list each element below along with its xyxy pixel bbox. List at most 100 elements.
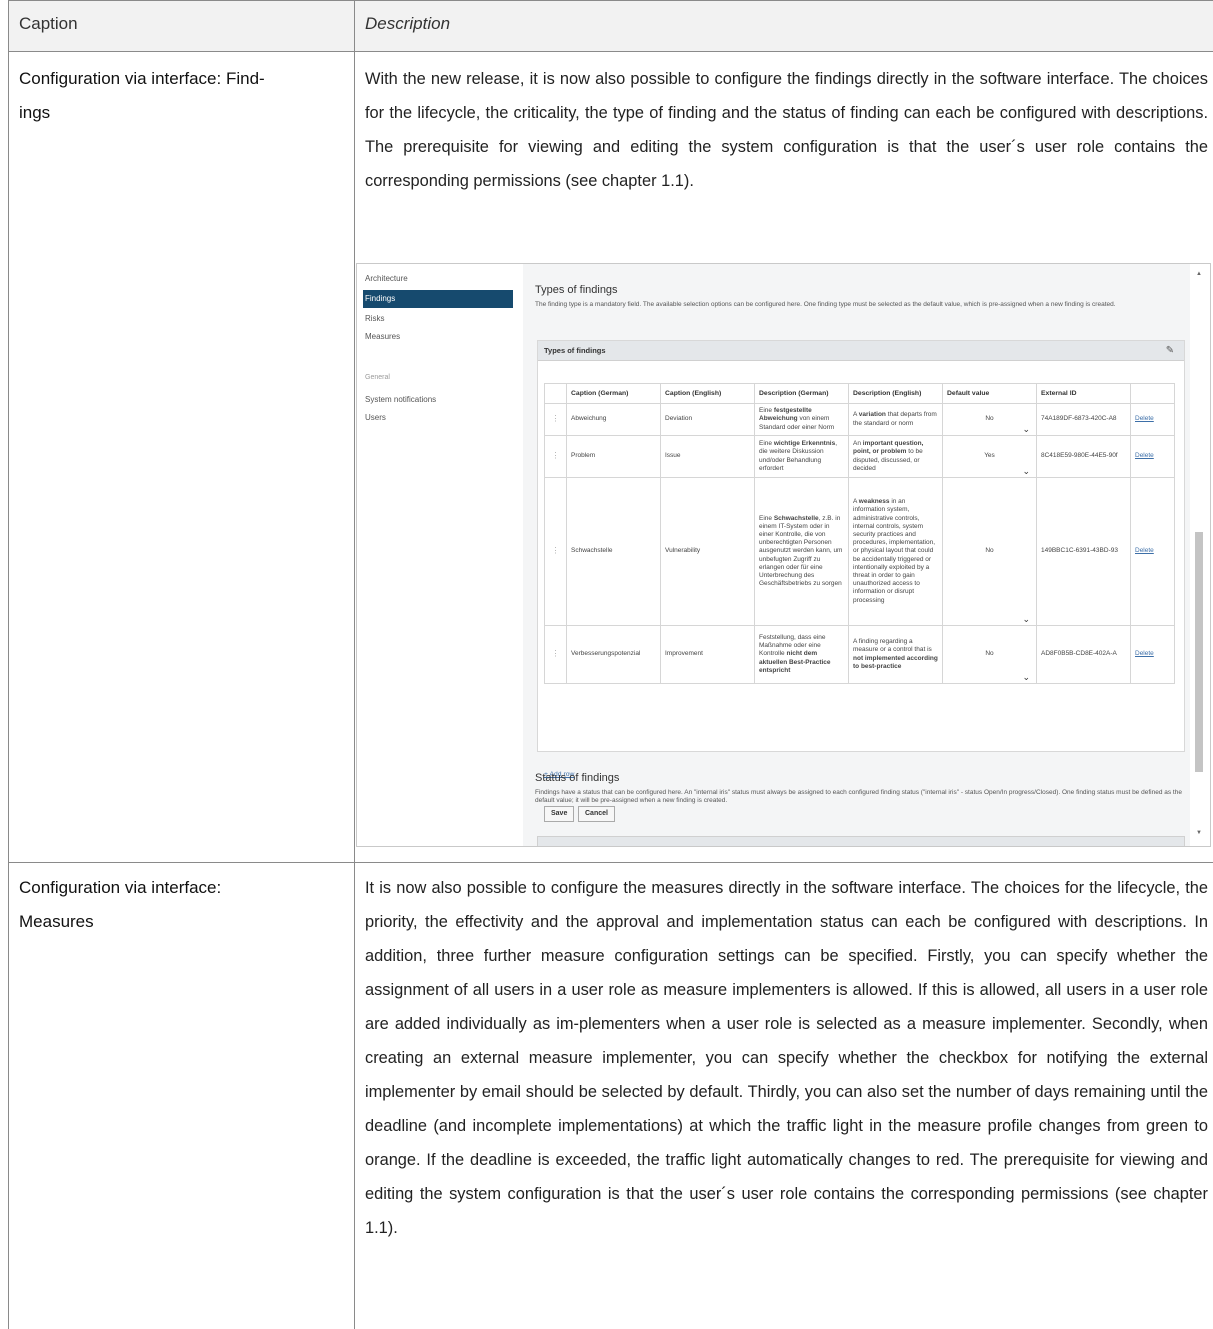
section-title-types: Types of findings (535, 284, 618, 296)
desc-bold: wichtige Erkenntnis (773, 440, 836, 448)
nav-group-general: General (365, 374, 390, 381)
chevron-down-icon[interactable]: ⌄ (1022, 672, 1030, 681)
delete-link[interactable]: Delete (1135, 452, 1154, 459)
status-panel-header (537, 836, 1185, 846)
pencil-icon[interactable]: ✎ (1164, 345, 1176, 357)
section-desc-status: Findings have a status that can be confi… (535, 789, 1182, 804)
row-divider (9, 51, 1213, 52)
default-value-select[interactable]: No ⌄ (942, 477, 1037, 626)
chevron-down-icon[interactable]: ⌄ (1022, 614, 1030, 623)
row1-description: With the new release, it is now also pos… (365, 70, 1208, 190)
desc-text: Eine (759, 440, 774, 448)
nav-item-risks[interactable]: Risks (363, 310, 513, 328)
default-value: No (985, 650, 994, 658)
col-header: Description (German) (754, 383, 849, 404)
drag-handle-icon[interactable]: ⋮ (544, 625, 567, 684)
desc-bold: not implemented according to best-practi… (853, 654, 938, 670)
table-row: ⋮ Abweichung Deviation Eine festgestellt… (544, 403, 1175, 436)
caption-de-cell[interactable]: Schwachstelle (566, 477, 661, 626)
delete-link-cell: Delete (1130, 403, 1175, 436)
desc-en-cell[interactable]: A finding regarding a measure or a contr… (848, 625, 943, 684)
default-value-select[interactable]: Yes ⌄ (942, 435, 1037, 478)
caption-en-cell[interactable]: Issue (660, 435, 755, 478)
external-id-cell[interactable]: 74A189DF-6873-420C-A8 (1036, 403, 1131, 436)
nav-item-users[interactable]: Users (363, 409, 513, 427)
default-value-select[interactable]: No ⌄ (942, 625, 1037, 684)
section-desc-types: The finding type is a mandatory field. T… (535, 301, 1116, 308)
drag-handle-icon[interactable]: ⋮ (544, 403, 567, 436)
scroll-thumb[interactable] (1195, 532, 1203, 772)
table-row: ⋮ Verbesserungspotenzial Improvement Fes… (544, 625, 1175, 684)
desc-de-cell[interactable]: Feststellung, dass eine Maßnahme oder ei… (754, 625, 849, 684)
desc-text: , z.B. in einem IT-System oder in einer … (759, 514, 843, 588)
caption-en-cell[interactable]: Improvement (660, 625, 755, 684)
cancel-button[interactable]: Cancel (578, 806, 615, 822)
desc-en-cell[interactable]: An important question, point, or problem… (848, 435, 943, 478)
caption-de-cell[interactable]: Abweichung (566, 403, 661, 436)
desc-de-cell[interactable]: Eine Schwachstelle, z.B. in einem IT-Sys… (754, 477, 849, 626)
nav-item-measures[interactable]: Measures (363, 328, 513, 346)
external-id-cell[interactable]: 8C418E59-980E-44E5-90f (1036, 435, 1131, 478)
nav-item-system-notifications[interactable]: System notifications (363, 391, 513, 409)
scroll-up-icon[interactable]: ▲ (1196, 271, 1202, 277)
drag-handle-icon[interactable]: ⋮ (544, 435, 567, 478)
col-header: Caption (German) (566, 383, 661, 404)
col-header: Caption (English) (660, 383, 755, 404)
desc-text: A finding regarding a measure or a contr… (853, 638, 932, 654)
nav-item-findings[interactable]: Findings (363, 290, 513, 308)
drag-handle-icon[interactable]: ⋮ (544, 477, 567, 626)
col-header: External ID (1036, 383, 1131, 404)
delete-link-cell: Delete (1130, 625, 1175, 684)
delete-link[interactable]: Delete (1135, 650, 1154, 657)
chevron-down-icon[interactable]: ⌄ (1022, 424, 1030, 433)
desc-de-cell[interactable]: Eine festgestellte Abweichung von einem … (754, 403, 849, 436)
scrollbar[interactable]: ▲ ▼ (1190, 264, 1210, 846)
default-value: No (985, 415, 994, 423)
row2-description: It is now also possible to configure the… (365, 879, 1208, 1237)
desc-text: Eine (759, 514, 774, 522)
column-divider (354, 0, 355, 1329)
col-header: Default value (942, 383, 1037, 404)
embedded-screenshot: Architecture Findings Risks Measures Gen… (356, 263, 1211, 847)
delete-link[interactable]: Delete (1135, 547, 1154, 554)
types-panel: Types of findings ✎ Caption (German) Cap… (537, 340, 1185, 822)
scroll-down-icon[interactable]: ▼ (1196, 830, 1202, 836)
desc-text: in an information system, administrative… (853, 498, 936, 604)
drag-col-header (544, 383, 567, 404)
row2-caption: Configuration via interface: Measures (19, 878, 222, 931)
table-header-row (9, 0, 1213, 51)
action-col-header (1130, 383, 1175, 404)
external-id-cell[interactable]: 149BBC1C-6391-43BD-93 (1036, 477, 1131, 626)
default-value: Yes (984, 452, 995, 460)
caption-en-cell[interactable]: Deviation (660, 403, 755, 436)
chevron-down-icon[interactable]: ⌄ (1022, 466, 1030, 475)
default-value-select[interactable]: No ⌄ (942, 403, 1037, 436)
caption-en-cell[interactable]: Vulnerability (660, 477, 755, 626)
desc-de-cell[interactable]: Eine wichtige Erkenntnis, die weitere Di… (754, 435, 849, 478)
row1-caption: Configuration via interface: Find-ings (19, 69, 265, 122)
table-row: ⋮ Problem Issue Eine wichtige Erkenntnis… (544, 435, 1175, 478)
desc-text: Eine (759, 407, 774, 415)
caption-de-cell[interactable]: Verbesserungspotenzial (566, 625, 661, 684)
settings-sidebar: Architecture Findings Risks Measures Gen… (357, 264, 517, 846)
external-id-cell[interactable]: AD8F0B5B-CD8E-402A-A (1036, 625, 1131, 684)
desc-text: An (853, 440, 863, 448)
nav-item-architecture[interactable]: Architecture (363, 270, 513, 288)
panel-title: Types of findings (544, 346, 606, 355)
caption-de-cell[interactable]: Problem (566, 435, 661, 478)
delete-link[interactable]: Delete (1135, 415, 1154, 422)
desc-en-cell[interactable]: A variation that departs from the standa… (848, 403, 943, 436)
col-header: Description (English) (848, 383, 943, 404)
desc-bold: weakness (858, 498, 890, 506)
section-title-status: Status of findings (535, 772, 620, 784)
table-header-row: Caption (German) Caption (English) Descr… (544, 383, 1175, 404)
desc-bold: variation (858, 411, 886, 419)
desc-bold: Schwachstelle (773, 514, 819, 522)
settings-main: Types of findings The finding type is a … (523, 264, 1191, 846)
save-button[interactable]: Save (544, 806, 575, 822)
delete-link-cell: Delete (1130, 477, 1175, 626)
header-caption: Caption (19, 14, 78, 33)
panel-header: Types of findings ✎ (538, 341, 1184, 361)
types-table: Caption (German) Caption (English) Descr… (544, 383, 1175, 684)
desc-en-cell[interactable]: A weakness in an information system, adm… (848, 477, 943, 626)
